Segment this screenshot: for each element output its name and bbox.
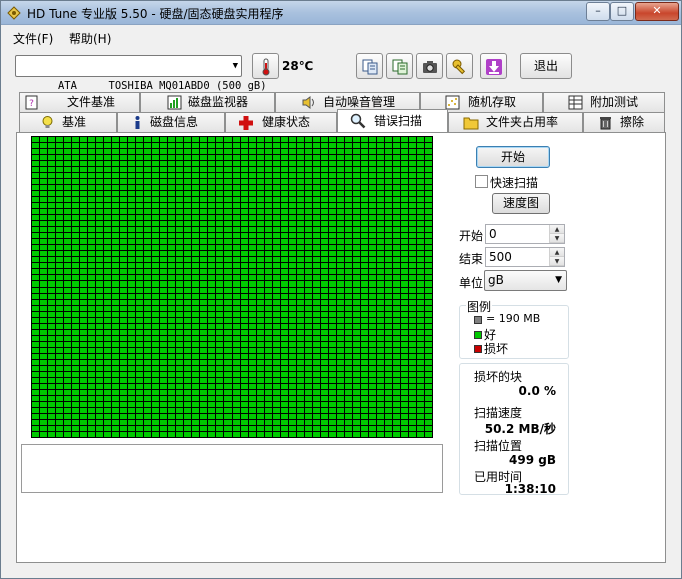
down-arrow-icon[interactable]: ▼ (550, 257, 564, 266)
legend-bad-swatch (474, 345, 482, 353)
folder-icon (463, 117, 479, 130)
copy-info-button[interactable] (356, 53, 383, 79)
tab-label: 附加测试 (590, 95, 639, 109)
unit-select[interactable]: gB ▼ (484, 270, 567, 291)
tab-label: 健康状态 (262, 115, 311, 129)
legend-block-size: = 190 MB (486, 312, 541, 325)
log-box (21, 444, 443, 493)
menu-bar: 文件(F) 帮助(H) (1, 26, 681, 48)
exit-button[interactable]: 退出 (520, 53, 572, 79)
copy-all-icon (392, 59, 408, 75)
temperature-button[interactable] (252, 53, 279, 79)
quick-scan-checkbox[interactable] (475, 175, 488, 188)
tab-label: 文件夹占用率 (486, 115, 559, 129)
drive-select[interactable]: ATA TOSHIBA MQ01ABD0 (500 gB) ▼ (15, 55, 267, 92)
red-cross-icon (239, 116, 253, 130)
drive-select-value: ATA TOSHIBA MQ01ABD0 (500 gB) (57, 80, 267, 92)
end-position-stepper[interactable]: ▲ ▼ (549, 248, 564, 266)
tab-folder-usage[interactable]: 文件夹占用率 (448, 112, 583, 132)
copy-icon (362, 59, 378, 75)
tab-label: 基准 (62, 115, 87, 129)
up-arrow-icon[interactable]: ▲ (550, 225, 564, 234)
copy-all-button[interactable] (386, 53, 413, 79)
speed-map-button[interactable]: 速度图 (492, 193, 550, 214)
stats-group: 损坏的块 0.0 % 扫描速度 50.2 MB/秒 扫描位置 499 gB 已用… (459, 363, 569, 496)
wrench-icon (452, 59, 466, 75)
tab-disk-info[interactable]: 磁盘信息 (117, 112, 225, 132)
damaged-blocks-value: 0.0 % (518, 384, 556, 398)
maximize-button[interactable]: □ (610, 2, 634, 21)
tab-label: 擦除 (620, 115, 645, 129)
speaker-icon (302, 96, 314, 109)
minimize-button[interactable]: – (586, 2, 610, 21)
tab-erase[interactable]: 擦除 (583, 112, 665, 132)
tab-error-scan[interactable]: 错误扫描 (337, 109, 448, 132)
tab-file-benchmark[interactable]: ? 文件基准 (19, 92, 140, 112)
menu-file[interactable]: 文件(F) (13, 30, 53, 47)
trash-icon (600, 117, 611, 130)
tab-benchmark[interactable]: 基准 (19, 112, 117, 132)
close-button[interactable]: ✕ (635, 2, 679, 21)
screenshot-button[interactable] (416, 53, 443, 79)
start-position-stepper[interactable]: ▲ ▼ (549, 225, 564, 243)
temperature-value: 28℃ (282, 59, 314, 73)
magnifier-icon (350, 113, 366, 129)
start-position-field[interactable]: 0 ▲ ▼ (485, 224, 565, 244)
start-button[interactable]: 开始 (476, 146, 550, 168)
tab-label: 错误扫描 (374, 114, 423, 128)
end-position-value: 500 (489, 250, 512, 264)
tab-label: 随机存取 (468, 95, 517, 109)
quick-scan-label: 快速扫描 (490, 176, 539, 190)
start-position-label: 开始 (459, 229, 484, 243)
tab-label: 磁盘监视器 (188, 95, 249, 109)
chevron-down-icon: ▼ (232, 61, 238, 71)
scan-position-value: 499 gB (509, 453, 556, 467)
end-position-field[interactable]: 500 ▲ ▼ (485, 247, 565, 267)
scatter-icon (445, 95, 460, 110)
save-button[interactable] (480, 53, 507, 79)
scan-speed-value: 50.2 MB/秒 (484, 422, 556, 436)
tab-label: 文件基准 (67, 95, 116, 109)
tab-disk-monitor[interactable]: 磁盘监视器 (140, 92, 275, 112)
toolbar: ATA TOSHIBA MQ01ABD0 (500 gB) ▼ 28℃ 退出 (1, 49, 681, 92)
legend-group: 图例 = 190 MB 好 损坏 (459, 298, 569, 359)
tab-label: 磁盘信息 (150, 115, 199, 129)
scan-speed-label: 扫描速度 (474, 406, 523, 420)
end-position-label: 结束 (459, 252, 484, 266)
legend-good-swatch (474, 331, 482, 339)
download-arrow-icon (486, 59, 502, 75)
document-icon: ? (25, 95, 38, 110)
lightbulb-icon (42, 116, 53, 128)
block-map-grid (31, 136, 433, 438)
error-scan-panel: 开始 快速扫描 速度图 开始 0 ▲ ▼ 结束 500 ▲ ▼ 单位 gB ▼ 图例… (16, 132, 666, 563)
up-arrow-icon[interactable]: ▲ (550, 248, 564, 257)
table-icon (568, 95, 583, 110)
down-arrow-icon[interactable]: ▼ (550, 234, 564, 243)
unit-label: 单位 (459, 276, 484, 290)
svg-text:?: ? (29, 99, 34, 109)
app-icon (7, 6, 21, 20)
info-icon (135, 116, 140, 129)
tab-health[interactable]: 健康状态 (225, 112, 337, 132)
tab-extra-tests[interactable]: 附加测试 (543, 92, 665, 112)
chevron-down-icon: ▼ (555, 275, 562, 285)
scan-position-label: 扫描位置 (474, 439, 523, 453)
legend-block-swatch (474, 316, 482, 324)
app-window: HD Tune 专业版 5.50 - 硬盘/固态硬盘实用程序 – □ ✕ 文件(… (0, 0, 682, 579)
legend-bad-label: 损坏 (484, 342, 509, 356)
title-bar[interactable]: HD Tune 专业版 5.50 - 硬盘/固态硬盘实用程序 – □ ✕ (1, 1, 681, 25)
elapsed-time-value: 1:38:10 (504, 482, 556, 496)
thermometer-icon (262, 58, 270, 76)
block-map (31, 136, 433, 438)
options-button[interactable] (446, 53, 473, 79)
camera-icon (423, 61, 437, 73)
damaged-blocks-label: 损坏的块 (474, 370, 523, 384)
unit-select-value: gB (488, 273, 504, 287)
bar-chart-icon (167, 95, 182, 110)
window-title: HD Tune 专业版 5.50 - 硬盘/固态硬盘实用程序 (27, 7, 284, 21)
start-position-value: 0 (489, 227, 497, 241)
menu-help[interactable]: 帮助(H) (69, 30, 111, 47)
